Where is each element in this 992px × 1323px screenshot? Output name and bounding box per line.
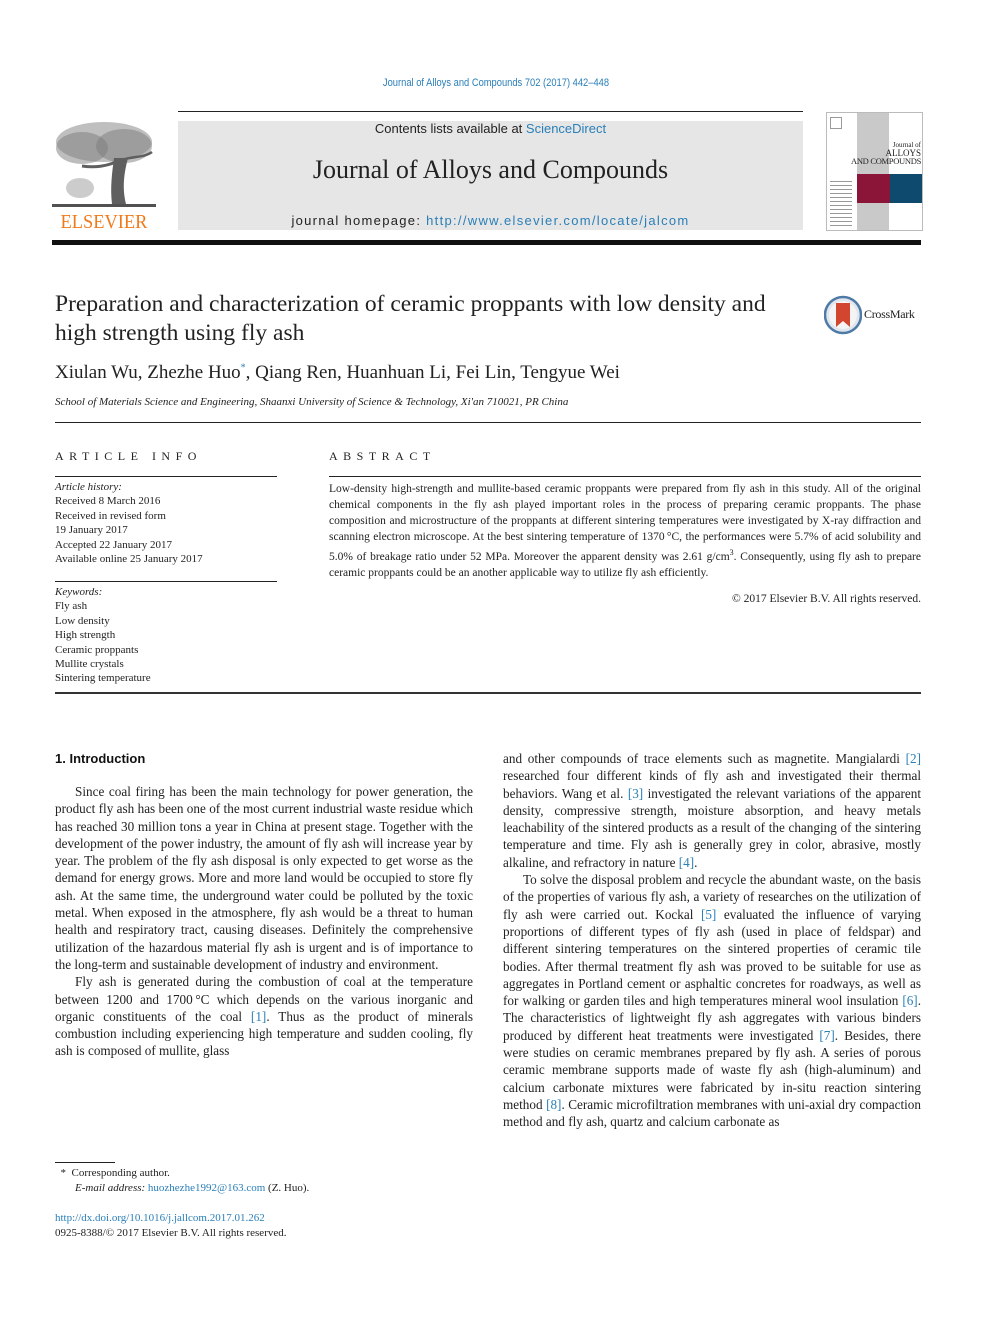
homepage-prefix: journal homepage: [291, 213, 427, 228]
footnote-marker: * [60, 1167, 67, 1179]
keyword-item: High strength [55, 629, 116, 642]
affiliation-divider [55, 422, 921, 423]
authors-rest: , Qiang Ren, Huanhuan Li, Fei Lin, Tengy… [245, 362, 620, 383]
paragraph: To solve the disposal problem and recycl… [503, 871, 921, 1130]
citation-link[interactable]: [5] [701, 907, 716, 922]
citation-link[interactable]: [1] [251, 1009, 266, 1024]
top-rule-divider [178, 111, 803, 112]
history-item: Available online 25 January 2017 [55, 553, 203, 566]
cover-gray-band [857, 113, 889, 230]
email-suffix: (Z. Huo). [265, 1182, 310, 1194]
email-link[interactable]: huozhezhe1992@163.com [148, 1182, 265, 1194]
elsevier-tree-icon [52, 118, 156, 210]
cover-publisher-logo [830, 117, 842, 129]
running-head-link[interactable]: Journal of Alloys and Compounds 702 (201… [383, 77, 609, 89]
section-heading-introduction: 1. Introduction [55, 751, 146, 766]
citation-link[interactable]: [7] [819, 1028, 834, 1043]
keyword-item: Mullite crystals [55, 658, 124, 671]
paragraph: and other compounds of trace elements su… [503, 750, 921, 871]
article-history: Article history: Received 8 March 2016 R… [55, 480, 275, 566]
contents-line: Contents lists available at ScienceDirec… [178, 121, 803, 136]
homepage-line: journal homepage: http://www.elsevier.co… [178, 213, 803, 228]
front-matter-bottom-divider [55, 692, 921, 694]
body-column-right: and other compounds of trace elements su… [503, 750, 921, 1131]
article-history-label: Article history: [55, 481, 122, 493]
history-item: Accepted 22 January 2017 [55, 538, 172, 551]
history-item: 19 January 2017 [55, 524, 128, 537]
issn-copyright: 0925-8388/© 2017 Elsevier B.V. All right… [55, 1227, 287, 1239]
citation-link[interactable]: [3] [628, 786, 643, 801]
article-info-divider [55, 476, 277, 477]
abstract-text: Low-density high-strength and mullite-ba… [329, 481, 921, 581]
affiliation: School of Materials Science and Engineer… [55, 396, 569, 408]
abstract-heading: ABSTRACT [329, 449, 436, 463]
sciencedirect-link[interactable]: ScienceDirect [526, 121, 606, 136]
doi-block: http://dx.doi.org/10.1016/j.jallcom.2017… [55, 1211, 287, 1241]
article-title: Preparation and characterization of cera… [55, 291, 766, 346]
keyword-item: Ceramic proppants [55, 643, 139, 656]
email-label: E-mail address: [75, 1182, 148, 1194]
citation-link[interactable]: [6] [902, 993, 917, 1008]
running-head[interactable]: Journal of Alloys and Compounds 702 (201… [74, 77, 917, 89]
history-item: Received 8 March 2016 [55, 495, 161, 508]
keyword-item: Fly ash [55, 600, 88, 613]
footnote-divider [55, 1162, 115, 1163]
email-note: E-mail address: huozhezhe1992@163.com (Z… [55, 1181, 309, 1196]
header-thick-divider [52, 240, 921, 245]
keyword-item: Sintering temperature [55, 672, 151, 685]
corresponding-author-note: * Corresponding author. [55, 1166, 309, 1181]
journal-title: Journal of Alloys and Compounds [312, 155, 669, 184]
paragraph-text: and other compounds of trace elements su… [503, 751, 906, 766]
article-info-heading: ARTICLE INFO [55, 449, 202, 463]
authors-first: Xiulan Wu, Zhezhe Huo [55, 362, 241, 383]
keywords-label: Keywords: [55, 586, 103, 598]
crossmark-icon [824, 295, 862, 335]
corresponding-author-text: Corresponding author. [71, 1167, 170, 1179]
cover-title-line3: AND COMPOUNDS [850, 156, 921, 166]
cover-blue-block [890, 174, 922, 203]
keywords-list: Keywords: Fly ash Low density High stren… [55, 585, 275, 686]
journal-homepage-link[interactable]: http://www.elsevier.com/locate/jalcom [426, 213, 689, 228]
citation-link[interactable]: [2] [906, 751, 921, 766]
author-list: Xiulan Wu, Zhezhe Huo*, Qiang Ren, Huanh… [55, 362, 620, 384]
citation-link[interactable]: [4] [679, 855, 694, 870]
paragraph-text: . Ceramic microfiltration membranes with… [503, 1096, 921, 1130]
contents-prefix: Contents lists available at [374, 121, 526, 136]
cover-text-lines [830, 181, 852, 229]
body-column-left: Since coal firing has been the main tech… [55, 783, 473, 1060]
paragraph: Since coal firing has been the main tech… [55, 784, 473, 972]
journal-cover-thumbnail[interactable]: Journal of ALLOYS AND COMPOUNDS [826, 112, 923, 231]
elsevier-logo[interactable]: ELSEVIER [52, 118, 156, 233]
history-item: Received in revised form [55, 509, 166, 522]
footnotes: * Corresponding author. E-mail address: … [55, 1166, 310, 1196]
crossmark-button[interactable]: CrossMark [824, 295, 924, 335]
cover-red-block [857, 174, 890, 203]
paragraph-text: . [694, 854, 698, 870]
elsevier-wordmark: ELSEVIER [60, 211, 148, 233]
keyword-item: Low density [55, 614, 110, 627]
keywords-divider [55, 581, 277, 582]
doi-link[interactable]: http://dx.doi.org/10.1016/j.jallcom.2017… [55, 1211, 287, 1226]
paragraph: Fly ash is generated during the combusti… [55, 973, 473, 1059]
cover-title: Journal of ALLOYS AND COMPOUNDS [833, 141, 921, 165]
abstract-copyright: © 2017 Elsevier B.V. All rights reserved… [732, 593, 921, 605]
abstract-divider [329, 476, 921, 477]
citation-link[interactable]: [8] [546, 1097, 561, 1112]
crossmark-label: CrossMark [864, 307, 915, 321]
journal-masthead: Contents lists available at ScienceDirec… [178, 121, 803, 230]
